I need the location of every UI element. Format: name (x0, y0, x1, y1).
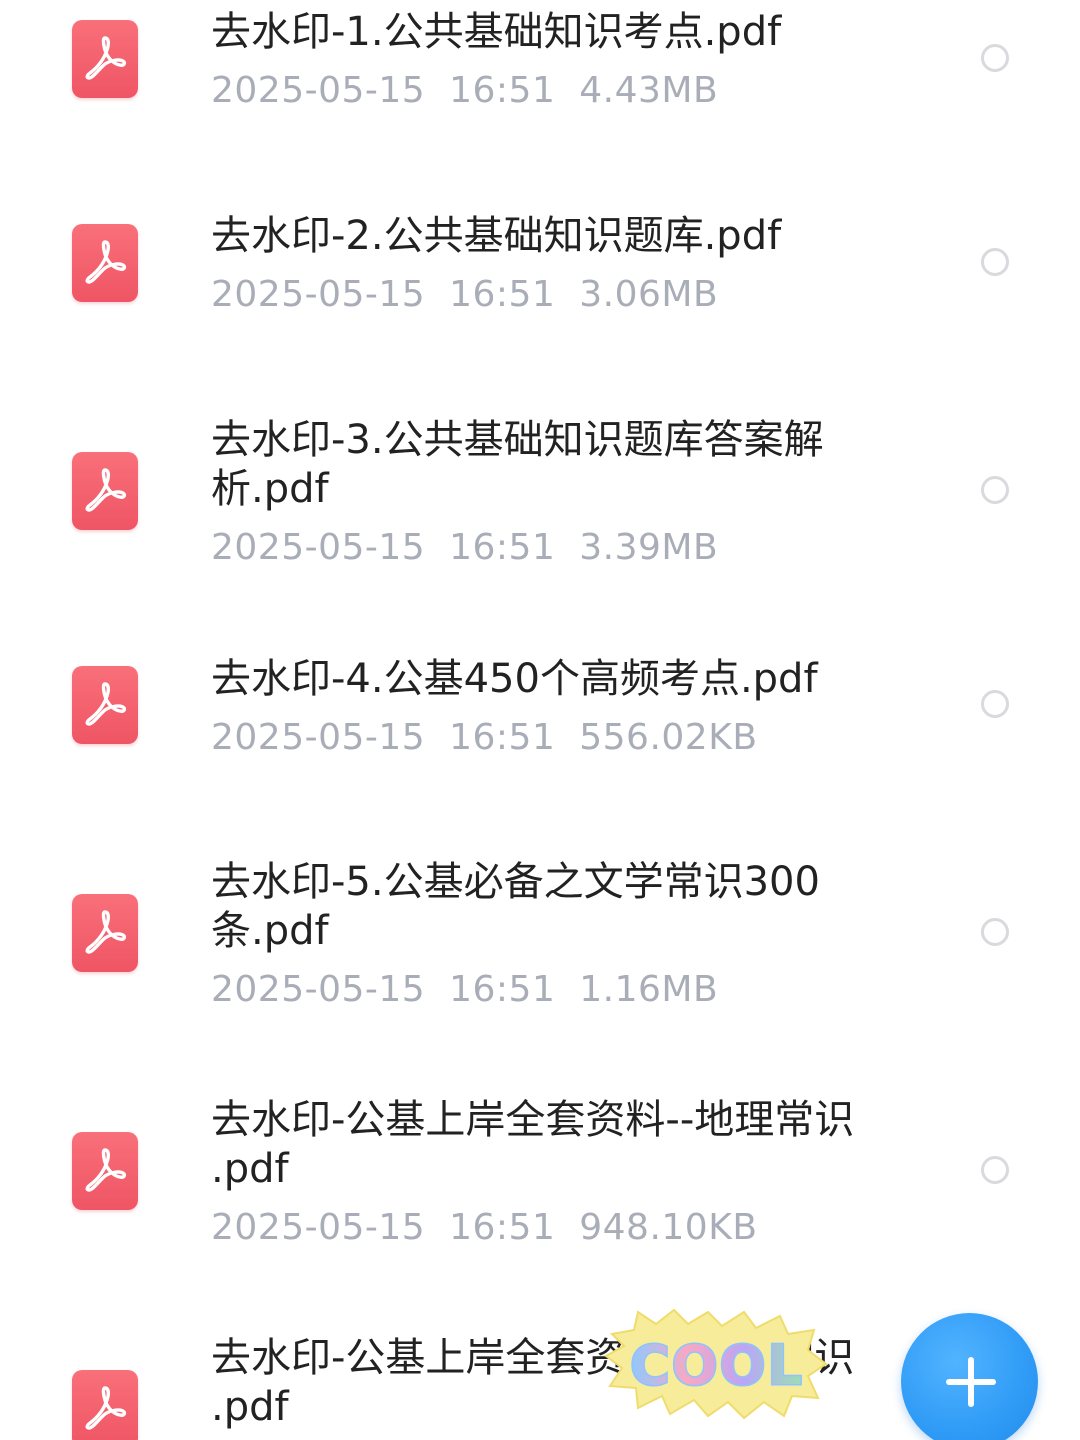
file-meta: 2025-05-15 16:51 4.43MB (211, 71, 861, 111)
pdf-icon (72, 452, 138, 530)
file-size: 3.06MB (579, 274, 719, 315)
file-text-block: 去水印-5.公基必备之文学常识300条.pdf 2025-05-15 16:51 … (211, 858, 861, 1010)
select-radio[interactable] (981, 248, 1009, 276)
cool-sticker: COOL COOL (604, 1306, 830, 1420)
svg-text:COOL: COOL (630, 1334, 804, 1397)
file-time: 16:51 (449, 717, 556, 758)
file-meta: 2025-05-15 16:51 556.02KB (211, 718, 861, 758)
file-text-block: 去水印-公基上岸全套资料--地理常识 .pdf 2025-05-15 16:51 … (211, 1096, 861, 1248)
file-name: 去水印-3.公共基础知识题库答案解析.pdf (211, 417, 824, 512)
file-date: 2025-05-15 (211, 969, 426, 1010)
file-date: 2025-05-15 (211, 70, 426, 111)
file-name: 去水印-5.公基必备之文学常识300条.pdf (211, 859, 820, 954)
file-meta: 2025-05-15 16:51 948.10KB (211, 1208, 861, 1248)
file-text-block: 去水印-4.公基450个高频考点.pdf 2025-05-15 16:51 556… (211, 655, 861, 758)
file-date: 2025-05-15 (211, 527, 426, 568)
select-radio[interactable] (981, 476, 1009, 504)
file-time: 16:51 (449, 527, 556, 568)
add-file-button[interactable] (901, 1313, 1038, 1440)
pdf-icon (72, 894, 138, 972)
file-time: 16:51 (449, 969, 556, 1010)
pdf-icon (72, 20, 138, 98)
file-meta: 2025-05-15 16:51 3.39MB (211, 528, 861, 568)
file-text-block: 去水印-3.公共基础知识题库答案解析.pdf 2025-05-15 16:51 3… (211, 416, 861, 568)
file-name: 去水印-公基上岸全套资料--地理常识 .pdf (211, 1097, 855, 1192)
select-radio[interactable] (981, 918, 1009, 946)
file-size: 556.02KB (579, 717, 758, 758)
file-date: 2025-05-15 (211, 717, 426, 758)
file-time: 16:51 (449, 1207, 556, 1248)
file-size: 948.10KB (579, 1207, 758, 1248)
select-radio[interactable] (981, 690, 1009, 718)
file-meta: 2025-05-15 16:51 1.16MB (211, 970, 861, 1010)
file-time: 16:51 (449, 70, 556, 111)
file-size: 3.39MB (579, 527, 719, 568)
file-browser-page: 去水印-1.公共基础知识考点.pdf 2025-05-15 16:51 4.43M… (0, 0, 1080, 1440)
file-text-block: 去水印-1.公共基础知识考点.pdf 2025-05-15 16:51 4.43M… (211, 8, 861, 111)
file-date: 2025-05-15 (211, 274, 426, 315)
select-radio[interactable] (981, 44, 1009, 72)
file-date: 2025-05-15 (211, 1207, 426, 1248)
file-meta: 2025-05-15 16:51 3.06MB (211, 275, 861, 315)
pdf-icon (72, 1132, 138, 1210)
pdf-icon (72, 666, 138, 744)
select-radio[interactable] (981, 1156, 1009, 1184)
pdf-icon (72, 1370, 138, 1440)
file-size: 4.43MB (579, 70, 719, 111)
pdf-icon (72, 224, 138, 302)
file-time: 16:51 (449, 274, 556, 315)
file-size: 1.16MB (579, 969, 719, 1010)
file-name: 去水印-1.公共基础知识考点.pdf (211, 9, 782, 55)
file-text-block: 去水印-2.公共基础知识题库.pdf 2025-05-15 16:51 3.06M… (211, 212, 861, 315)
file-name: 去水印-4.公基450个高频考点.pdf (211, 656, 818, 702)
file-name: 去水印-2.公共基础知识题库.pdf (211, 213, 782, 259)
